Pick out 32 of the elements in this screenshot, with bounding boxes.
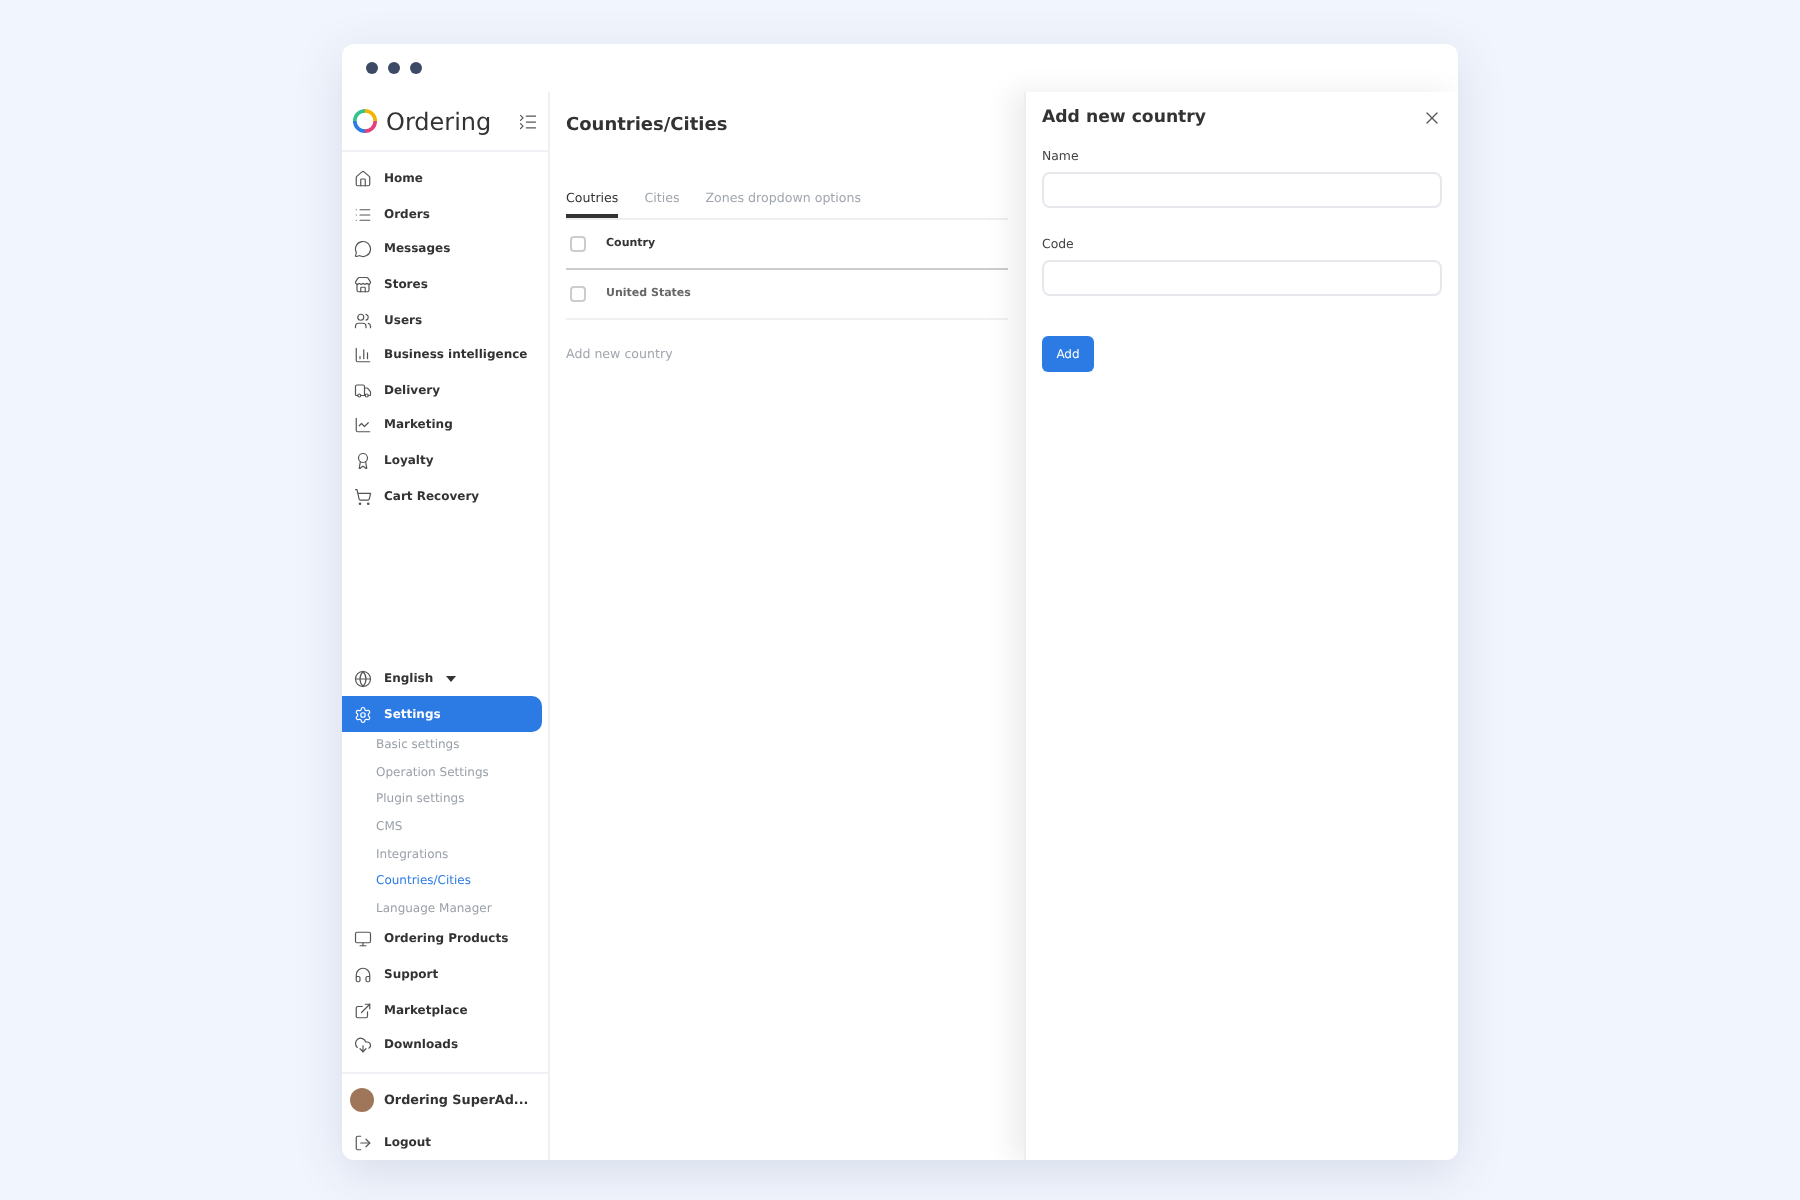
list-icon [354, 205, 372, 224]
users-icon [354, 311, 372, 330]
truck-icon [354, 381, 372, 400]
input-field[interactable] [1042, 172, 1442, 208]
window-dot [410, 62, 422, 74]
brand-name: Ordering [386, 107, 494, 135]
logout-icon [354, 1133, 372, 1152]
caret-down-icon [445, 675, 456, 682]
external-link-icon [354, 1001, 372, 1020]
checkbox[interactable] [570, 286, 586, 302]
settings-icon [354, 705, 372, 724]
input-field[interactable] [1042, 260, 1442, 296]
avatar [350, 1087, 374, 1112]
window-dot [388, 62, 400, 74]
house-icon [354, 170, 372, 189]
store-icon [354, 276, 372, 295]
collapse-menu-icon[interactable] [518, 111, 538, 131]
close-icon[interactable] [1422, 108, 1442, 128]
ring-logo-icon [352, 108, 378, 134]
monitor-icon [354, 930, 372, 949]
cart-icon [354, 487, 372, 506]
checkbox[interactable] [570, 236, 586, 252]
award-icon [354, 452, 372, 471]
chat-bubble-icon [354, 240, 372, 259]
panel-title: Add new country [1042, 108, 1207, 128]
globe-icon [354, 669, 372, 688]
cloud-download-icon [354, 1036, 372, 1055]
headset-icon [354, 965, 372, 984]
bar-chart-icon [354, 346, 372, 365]
window-dot [366, 62, 378, 74]
line-chart-icon [354, 416, 372, 435]
page-title: Countries/Cities [566, 116, 730, 140]
